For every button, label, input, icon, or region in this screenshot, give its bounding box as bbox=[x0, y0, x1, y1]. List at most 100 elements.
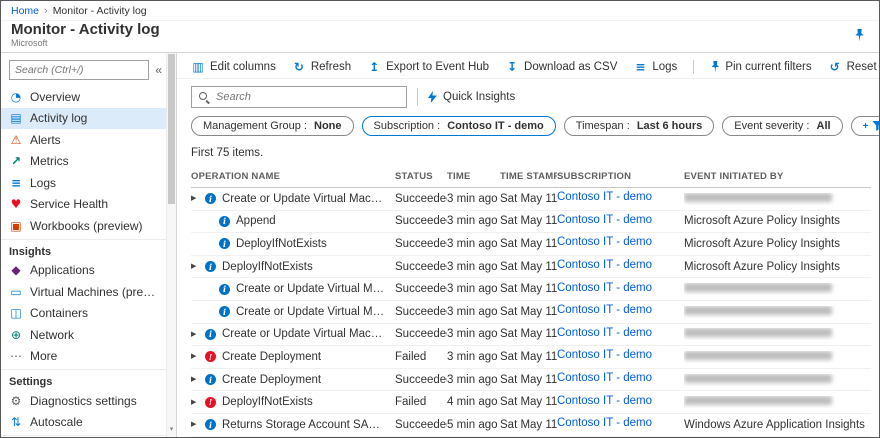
scrollbar-down-icon[interactable] bbox=[167, 425, 176, 437]
sidebar-item-logs[interactable]: Logs bbox=[1, 172, 166, 194]
lightning-icon bbox=[428, 91, 437, 103]
subscription-link[interactable]: Contoso IT - demo bbox=[557, 236, 652, 248]
column-header-subscription[interactable]: SUBSCRIPTION bbox=[557, 171, 684, 182]
timestamp-cell: Sat May 11 ... bbox=[500, 396, 557, 409]
filter-pill-value: Contoso IT - demo bbox=[447, 120, 544, 132]
subscription-link[interactable]: Contoso IT - demo bbox=[557, 327, 652, 339]
column-header-status[interactable]: STATUS bbox=[395, 171, 447, 182]
pin-blade-icon[interactable] bbox=[855, 28, 864, 42]
sidebar-item-workbooks-preview[interactable]: Workbooks (preview) bbox=[1, 215, 166, 237]
subscription-link[interactable]: Contoso IT - demo bbox=[557, 395, 652, 407]
subscription-link[interactable]: Contoso IT - demo bbox=[557, 349, 652, 361]
time-cell: 3 min ago bbox=[447, 350, 498, 363]
scrollbar-thumb[interactable] bbox=[168, 54, 175, 204]
subscription-link[interactable]: Contoso IT - demo bbox=[557, 417, 652, 429]
reset-filters-button[interactable]: Reset filters bbox=[828, 61, 879, 73]
sidebar-item-network[interactable]: Network bbox=[1, 324, 166, 346]
activity-search-input[interactable] bbox=[216, 91, 400, 103]
subscription-link[interactable]: Contoso IT - demo bbox=[557, 282, 652, 294]
sidebar-item-diagnostics-settings[interactable]: Diagnostics settings bbox=[1, 390, 166, 412]
sidebar-item-alerts[interactable]: Alerts bbox=[1, 129, 166, 151]
table-row[interactable]: i Create Deployment Succeeded 3 min ago … bbox=[191, 369, 871, 392]
subscription-link[interactable]: Contoso IT - demo bbox=[557, 259, 652, 271]
expand-arrow-icon[interactable] bbox=[191, 376, 199, 383]
operation-cell: ! DeployIfNotExists bbox=[191, 396, 395, 408]
operation-cell: i Append bbox=[191, 215, 395, 227]
column-header-time-stamp[interactable]: TIME STAMP bbox=[500, 171, 557, 182]
subscription-link[interactable]: Contoso IT - demo bbox=[557, 304, 652, 316]
breadcrumb-home[interactable]: Home bbox=[11, 5, 39, 17]
sidebar-search-input[interactable] bbox=[9, 60, 150, 80]
sidebar-item-service-health[interactable]: Service Health bbox=[1, 194, 166, 216]
edit-columns-button[interactable]: Edit columns bbox=[191, 61, 276, 73]
subscription-link[interactable]: Contoso IT - demo bbox=[557, 214, 652, 226]
virtual-machines-icon bbox=[9, 286, 23, 298]
subscription-link[interactable]: Contoso IT - demo bbox=[557, 191, 652, 203]
time-cell: 3 min ago bbox=[447, 373, 498, 386]
timestamp-cell: Sat May 11 ... bbox=[500, 418, 557, 431]
filter-pill-timespan[interactable]: Timespan : Last 6 hours bbox=[563, 116, 715, 136]
column-header-event-initiated-by[interactable]: EVENT INITIATED BY bbox=[684, 171, 871, 182]
filter-pill-management-group[interactable]: Management Group : None bbox=[191, 116, 354, 136]
operation-name: Create or Update Virtual Machine bbox=[222, 192, 387, 205]
table-row[interactable]: ! Create Deployment Failed 3 min ago Sat… bbox=[191, 346, 871, 369]
reset-icon bbox=[828, 61, 842, 73]
subscription-link[interactable]: Contoso IT - demo bbox=[557, 372, 652, 384]
expand-arrow-icon[interactable] bbox=[191, 195, 199, 202]
expand-arrow-icon[interactable] bbox=[191, 421, 199, 428]
timestamp-cell: Sat May 11 ... bbox=[500, 260, 557, 273]
quick-insights-button[interactable]: Quick Insights bbox=[417, 88, 515, 106]
table-row[interactable]: i Create or Update Virtual Machine Succe… bbox=[191, 188, 871, 211]
sidebar-item-applications[interactable]: Applications bbox=[1, 260, 166, 282]
sidebar-item-label: Logs bbox=[30, 175, 57, 190]
info-icon: i bbox=[219, 306, 230, 318]
export-to-event-hub-button[interactable]: Export to Event Hub bbox=[367, 61, 489, 73]
subscription-cell: Contoso IT - demo bbox=[557, 304, 684, 319]
table-row[interactable]: i Create or Update Virtual Machine Exten… bbox=[191, 324, 871, 347]
sidebar-item-virtual-machines-preview[interactable]: Virtual Machines (preview) bbox=[1, 281, 166, 303]
sidebar-item-activity-log[interactable]: Activity log bbox=[1, 107, 166, 129]
time-cell: 3 min ago bbox=[447, 237, 498, 250]
table-row[interactable]: i DeployIfNotExists Succeeded 3 min ago … bbox=[191, 233, 871, 256]
expand-arrow-icon[interactable] bbox=[191, 353, 199, 360]
filter-pill-subscription[interactable]: Subscription : Contoso IT - demo bbox=[361, 116, 556, 136]
table-row[interactable]: ! DeployIfNotExists Failed 4 min ago Sat… bbox=[191, 391, 871, 414]
subscription-cell: Contoso IT - demo bbox=[557, 372, 684, 387]
table-row[interactable]: i Create or Update Virtual Machine Succe… bbox=[191, 278, 871, 301]
sidebar-item-overview[interactable]: Overview bbox=[1, 86, 166, 108]
expand-arrow-icon[interactable] bbox=[191, 331, 199, 338]
table-row[interactable]: i DeployIfNotExists Succeeded 3 min ago … bbox=[191, 256, 871, 279]
sidebar-group-settings: Settings Diagnostics settings Autoscale bbox=[1, 369, 166, 433]
refresh-button[interactable]: Refresh bbox=[292, 61, 351, 73]
column-header-time[interactable]: TIME bbox=[447, 171, 500, 182]
sidebar-item-metrics[interactable]: Metrics bbox=[1, 151, 166, 173]
sidebar-item-autoscale[interactable]: Autoscale bbox=[1, 412, 166, 434]
sidebar-item-more[interactable]: More bbox=[1, 346, 166, 368]
download-as-csv-button[interactable]: Download as CSV bbox=[505, 61, 617, 73]
subscription-cell: Contoso IT - demo bbox=[557, 214, 684, 229]
expand-arrow-icon[interactable] bbox=[191, 263, 199, 270]
sidebar-heading-insights: Insights bbox=[9, 245, 52, 258]
more-icon bbox=[9, 350, 23, 362]
pin-current-filters-button[interactable]: Pin current filters bbox=[710, 60, 812, 73]
logs-button[interactable]: Logs bbox=[633, 61, 677, 73]
add-filter-button[interactable]: Add Filter bbox=[850, 116, 879, 136]
table-row[interactable]: i Returns Storage Account SAS Token Succ… bbox=[191, 414, 871, 437]
column-header-operation-name[interactable]: OPERATION NAME bbox=[191, 171, 395, 182]
filter-pill-event-severity[interactable]: Event severity : All bbox=[722, 116, 843, 136]
sidebar-collapse-icon[interactable] bbox=[153, 63, 164, 77]
metrics-icon bbox=[9, 155, 23, 167]
sidebar-item-label: Service Health bbox=[30, 197, 109, 212]
sidebar-scrollbar[interactable] bbox=[166, 53, 176, 437]
table-row[interactable]: i Create or Update Virtual Machine Succe… bbox=[191, 301, 871, 324]
filter-pills-row: Management Group : None Subscription : C… bbox=[177, 113, 879, 144]
export-icon bbox=[367, 61, 381, 73]
sidebar-item-containers[interactable]: Containers bbox=[1, 303, 166, 325]
table-row[interactable]: i Append Succeeded 3 min ago Sat May 11 … bbox=[191, 211, 871, 234]
initiated-by-cell bbox=[684, 396, 871, 408]
expand-arrow-icon[interactable] bbox=[191, 399, 199, 406]
overview-icon bbox=[9, 91, 23, 103]
table-header-row: OPERATION NAME STATUS TIME TIME STAMP SUBSCR… bbox=[191, 165, 871, 188]
status-cell: Succeeded bbox=[395, 418, 447, 431]
redacted-initiator bbox=[684, 192, 832, 202]
